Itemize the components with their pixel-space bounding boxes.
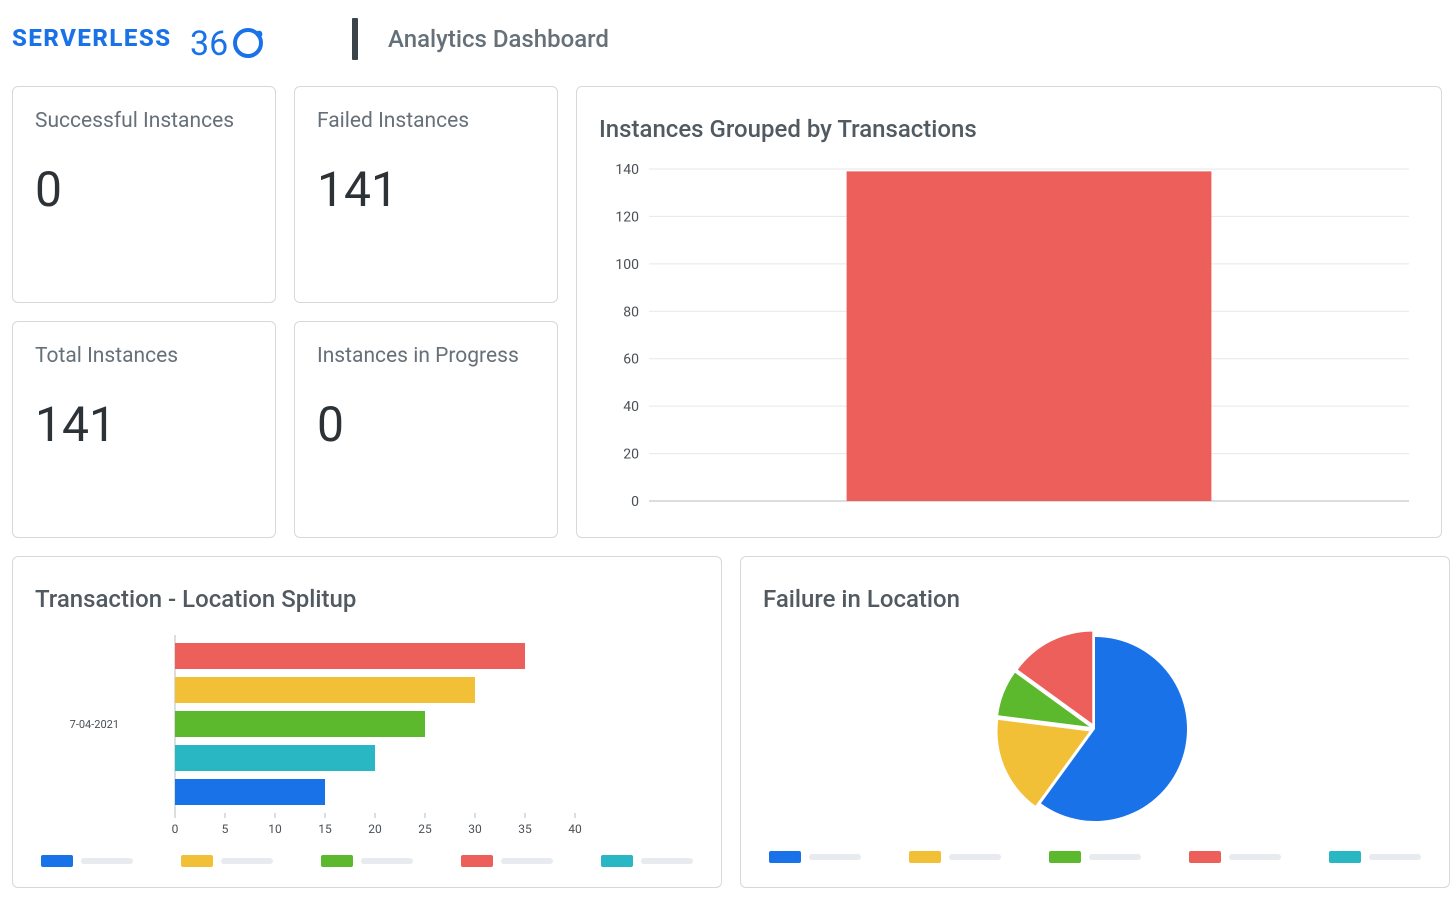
legend-item <box>321 855 413 867</box>
legend-line <box>949 854 1001 860</box>
legend-line <box>221 858 273 864</box>
svg-text:15: 15 <box>318 822 332 836</box>
legend-item <box>769 851 861 863</box>
chart-grouped-by-transactions: 0 20 40 60 80 100 120 140 <box>599 159 1419 519</box>
stat-instances-in-progress: Instances in Progress 0 <box>294 321 558 538</box>
legend-failure <box>763 839 1427 869</box>
stat-value: 141 <box>317 161 535 218</box>
page-title: Analytics Dashboard <box>388 25 609 53</box>
legend-line <box>641 858 693 864</box>
legend-item <box>1189 851 1281 863</box>
legend-swatch-icon <box>909 851 941 863</box>
legend-item <box>909 851 1001 863</box>
legend-swatch-icon <box>1189 851 1221 863</box>
legend-item <box>461 855 553 867</box>
svg-text:25: 25 <box>418 822 432 836</box>
legend-item <box>1329 851 1421 863</box>
svg-text:0: 0 <box>631 494 639 510</box>
stat-successful-instances: Successful Instances 0 <box>12 86 276 303</box>
legend-item <box>181 855 273 867</box>
legend-swatch-icon <box>321 855 353 867</box>
svg-text:120: 120 <box>615 209 639 225</box>
legend-line <box>501 858 553 864</box>
svg-text:35: 35 <box>518 822 532 836</box>
stat-label: Failed Instances <box>317 109 535 133</box>
legend-swatch-icon <box>1329 851 1361 863</box>
legend-line <box>1229 854 1281 860</box>
chart-failure-in-location <box>965 629 1225 839</box>
stat-value: 0 <box>35 161 253 218</box>
panel-title: Instances Grouped by Transactions <box>599 115 1419 143</box>
svg-text:100: 100 <box>615 257 639 273</box>
svg-text:20: 20 <box>368 822 382 836</box>
legend-line <box>81 858 133 864</box>
svg-text:40: 40 <box>623 399 639 415</box>
chart-transaction-location-splitup: 0 5 10 15 20 25 30 35 40 7-04-2021 <box>35 629 675 839</box>
stat-label: Instances in Progress <box>317 344 535 368</box>
svg-text:20: 20 <box>623 447 639 463</box>
legend-line <box>1369 854 1421 860</box>
stat-label: Successful Instances <box>35 109 253 133</box>
svg-text:7-04-2021: 7-04-2021 <box>70 718 119 731</box>
panel-failure-in-location: Failure in Location <box>740 556 1450 888</box>
legend-swatch-icon <box>181 855 213 867</box>
legend-line <box>361 858 413 864</box>
stat-label: Total Instances <box>35 344 253 368</box>
svg-text:36: 36 <box>190 24 228 59</box>
svg-text:5: 5 <box>222 822 229 836</box>
svg-text:0: 0 <box>172 822 179 836</box>
divider-icon <box>352 18 358 60</box>
legend-swatch-icon <box>41 855 73 867</box>
svg-text:140: 140 <box>615 162 639 178</box>
svg-text:30: 30 <box>468 822 482 836</box>
legend-splitup <box>35 843 699 873</box>
legend-swatch-icon <box>461 855 493 867</box>
svg-text:60: 60 <box>623 352 639 368</box>
brand-logo: SERVERLESS 36 <box>12 19 322 59</box>
svg-text:10: 10 <box>268 822 282 836</box>
legend-swatch-icon <box>1049 851 1081 863</box>
legend-swatch-icon <box>601 855 633 867</box>
panel-title: Transaction - Location Splitup <box>35 585 699 613</box>
stat-total-instances: Total Instances 141 <box>12 321 276 538</box>
panel-title: Failure in Location <box>763 585 1427 613</box>
stat-value: 141 <box>35 396 253 453</box>
legend-item <box>41 855 133 867</box>
panel-grouped-by-transactions: Instances Grouped by Transactions 0 20 40 6… <box>576 86 1442 538</box>
stat-value: 0 <box>317 396 535 453</box>
serverless360-logo-icon: SERVERLESS 36 <box>12 19 322 59</box>
legend-item <box>601 855 693 867</box>
brand-text: SERVERLESS <box>12 24 172 52</box>
legend-line <box>1089 854 1141 860</box>
svg-text:80: 80 <box>623 304 639 320</box>
legend-swatch-icon <box>769 851 801 863</box>
top-bar: SERVERLESS 36 Analytics Dashboard <box>12 12 1442 86</box>
stat-failed-instances: Failed Instances 141 <box>294 86 558 303</box>
panel-transaction-location-splitup: Transaction - Location Splitup 0 5 10 15 20 2… <box>12 556 722 888</box>
svg-text:40: 40 <box>568 822 582 836</box>
legend-line <box>809 854 861 860</box>
legend-item <box>1049 851 1141 863</box>
